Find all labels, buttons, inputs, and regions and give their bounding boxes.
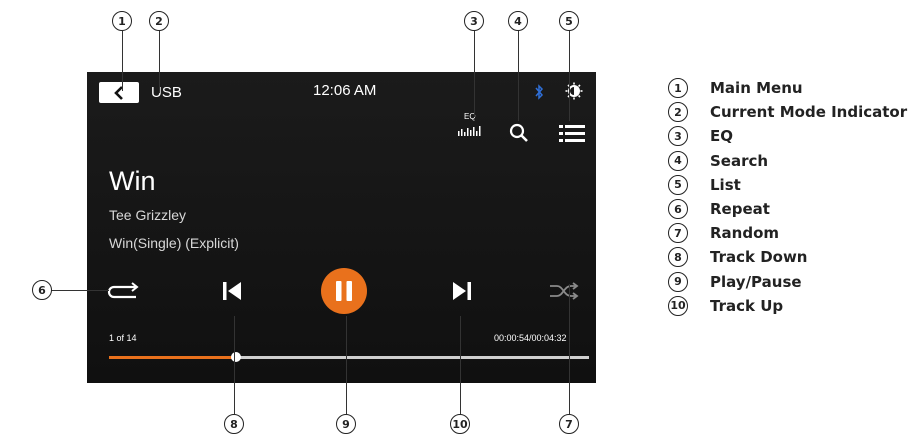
progress-fill — [109, 356, 236, 359]
legend-number: 10 — [668, 295, 688, 316]
eq-icon — [458, 126, 481, 136]
callout-track-down: 8 — [224, 414, 244, 434]
chevron-left-icon — [114, 85, 123, 100]
progress-thumb[interactable] — [230, 352, 241, 362]
repeat-button[interactable] — [101, 278, 145, 304]
legend-item: 8 Track Down — [668, 245, 907, 269]
bluetooth-icon — [534, 84, 544, 100]
callout-eq: 3 — [464, 11, 484, 31]
legend-label: Track Down — [710, 248, 808, 267]
legend-label: Main Menu — [710, 79, 803, 98]
legend-item: 6 Repeat — [668, 197, 907, 221]
legend-number: 8 — [668, 247, 688, 268]
track-title: Win — [109, 166, 156, 196]
list-icon — [559, 125, 585, 142]
legend-label: Current Mode Indicator — [710, 103, 908, 122]
callout-mode: 2 — [149, 11, 169, 31]
pause-icon — [336, 281, 352, 301]
leader-line — [518, 31, 519, 121]
time-readout: 00:00:54/00:04:32 — [494, 333, 567, 343]
track-up-button[interactable] — [447, 277, 477, 305]
legend-label: List — [710, 175, 741, 194]
callout-repeat: 6 — [32, 280, 52, 300]
callout-list: 5 — [559, 11, 579, 31]
callout-main-menu: 1 — [112, 11, 132, 31]
legend-item: 1 Main Menu — [668, 76, 907, 100]
current-mode-indicator: USB — [151, 84, 182, 101]
leader-line — [122, 31, 123, 91]
progress-bar[interactable] — [109, 352, 589, 362]
legend-number: 7 — [668, 223, 688, 244]
legend-number: 5 — [668, 174, 688, 195]
legend: 1 Main Menu 2 Current Mode Indicator 3 E… — [668, 76, 907, 318]
legend-label: Repeat — [710, 200, 770, 219]
list-button[interactable] — [559, 122, 585, 144]
legend-label: Search — [710, 151, 769, 170]
legend-item: 2 Current Mode Indicator — [668, 100, 907, 124]
legend-number: 6 — [668, 199, 688, 220]
eq-button[interactable]: EQ — [454, 112, 488, 142]
legend-number: 9 — [668, 271, 688, 292]
callout-search: 4 — [508, 11, 528, 31]
legend-label: EQ — [710, 127, 733, 146]
brightness-icon[interactable] — [565, 82, 583, 100]
random-button[interactable] — [547, 278, 581, 304]
legend-item: 10 Track Up — [668, 294, 907, 318]
play-pause-button[interactable] — [321, 268, 367, 314]
leader-line — [51, 290, 109, 291]
legend-item: 4 Search — [668, 149, 907, 173]
shuffle-icon — [550, 282, 579, 300]
leader-line — [346, 316, 347, 414]
search-button[interactable] — [508, 122, 530, 144]
legend-number: 4 — [668, 150, 688, 171]
legend-label: Track Up — [710, 296, 784, 315]
legend-number: 1 — [668, 78, 688, 99]
main-menu-button[interactable] — [99, 82, 139, 103]
track-down-button[interactable] — [217, 277, 247, 305]
leader-line — [569, 31, 570, 121]
head-unit-screen: USB 12:06 AM EQ Win Tee Grizzley Win(Sin… — [87, 72, 596, 383]
legend-label: Play/Pause — [710, 272, 802, 291]
callout-random: 7 — [559, 414, 579, 434]
leader-line — [159, 31, 160, 93]
leader-line — [234, 316, 235, 414]
legend-number: 2 — [668, 102, 688, 123]
legend-item: 9 Play/Pause — [668, 270, 907, 294]
legend-item: 3 EQ — [668, 124, 907, 148]
callout-play-pause: 9 — [336, 414, 356, 434]
legend-label: Random — [710, 224, 780, 243]
legend-item: 5 List — [668, 173, 907, 197]
search-icon — [509, 123, 528, 142]
leader-line — [474, 31, 475, 117]
track-position: 1 of 14 — [109, 333, 137, 343]
clock: 12:06 AM — [313, 82, 377, 99]
artist-name: Tee Grizzley — [109, 207, 187, 223]
leader-line — [460, 316, 461, 414]
skip-next-icon — [453, 282, 471, 300]
leader-line — [569, 284, 570, 414]
legend-number: 3 — [668, 126, 688, 147]
album-name: Win(Single) (Explicit) — [109, 235, 239, 251]
repeat-icon — [107, 282, 139, 299]
callout-track-up: 10 — [450, 414, 470, 434]
skip-previous-icon — [223, 282, 241, 300]
legend-item: 7 Random — [668, 221, 907, 245]
